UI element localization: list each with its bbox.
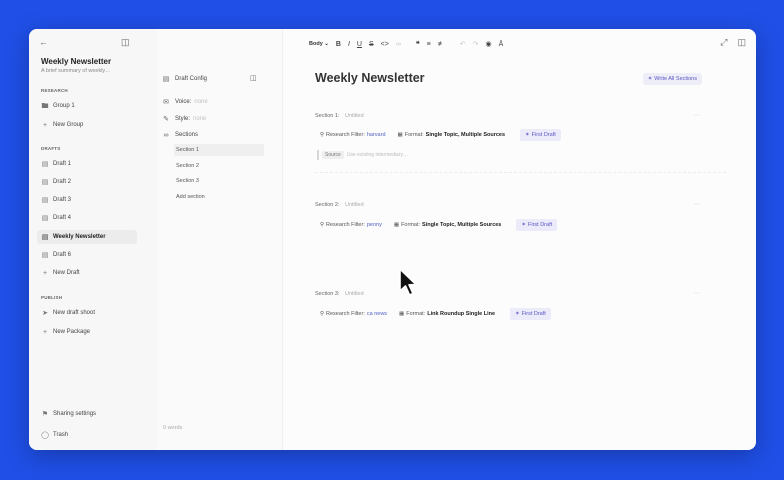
document-icon: ▤ — [41, 251, 49, 259]
document-icon: ▤ — [41, 214, 49, 222]
sidebar-item-weekly-newsletter[interactable]: ▤ Weekly Newsletter — [37, 230, 137, 244]
sharing-settings-button[interactable]: ⚑ Sharing settings — [37, 407, 137, 421]
send-icon: ➤ — [42, 309, 48, 317]
format-chip[interactable]: ▦ Format: Link Roundup Single Line — [396, 308, 498, 320]
project-title: Weekly Newsletter — [41, 57, 112, 66]
sidebar: ← ◫ Weekly Newsletter A brief summary of… — [29, 29, 157, 450]
sparkle-icon: ✶ — [647, 76, 653, 82]
section-2-menu-icon[interactable]: ⋯ — [694, 201, 700, 208]
section-2-name[interactable]: Untitled — [345, 202, 364, 208]
section-link-1[interactable]: Section 1 — [174, 144, 264, 156]
section-1-header: Section 1: Untitled — [315, 113, 364, 119]
sparkle-icon: ✶ — [521, 222, 526, 228]
filter-icon: ⚲ — [320, 132, 325, 138]
document-icon: ▤ — [162, 75, 170, 83]
publish-label: PUBLISH — [41, 295, 63, 300]
document-icon: ▤ — [41, 178, 49, 186]
sidebar-item-new-draft-shoot[interactable]: ➤ New draft shoot — [37, 306, 137, 320]
folder-icon: 🖿 — [41, 102, 49, 110]
new-package-button[interactable]: + New Package — [37, 325, 137, 339]
sidebar-item-draft-1[interactable]: ▤ Draft 1 — [37, 157, 137, 171]
plus-icon: + — [42, 328, 48, 336]
section-1-controls: ⚲ Research Filter: harvard ▦ Format: Sin… — [317, 129, 561, 141]
editor: Weekly Newsletter ✶ Write All Sections S… — [283, 29, 756, 450]
section-link-3[interactable]: Section 3 — [174, 175, 264, 187]
app-window: ← ◫ Weekly Newsletter A brief summary of… — [29, 29, 756, 450]
research-filter-chip[interactable]: ⚲ Research Filter: penny — [317, 219, 385, 231]
first-draft-button[interactable]: ✶ First Draft — [510, 308, 551, 320]
format-icon: ▦ — [393, 222, 400, 228]
sections-heading: ∞ Sections — [161, 129, 199, 141]
section-1-name[interactable]: Untitled — [345, 113, 364, 119]
new-group-button[interactable]: + New Group — [37, 118, 137, 132]
section-2-header: Section 2: Untitled — [315, 202, 364, 208]
trash-button[interactable]: ◯ Trash — [37, 428, 137, 442]
back-arrow-icon[interactable]: ← — [39, 38, 48, 47]
panel-icon[interactable]: ◫ — [250, 75, 257, 82]
draft-config-panel: ▤ Draft Config ◫ ✉ Voice: none ✎ Style: … — [157, 29, 283, 450]
new-draft-button[interactable]: + New Draft — [37, 266, 137, 280]
sparkle-icon: ✶ — [515, 311, 520, 317]
document-icon: ▤ — [41, 160, 49, 168]
first-draft-button[interactable]: ✶ First Draft — [520, 129, 561, 141]
sidebar-item-draft-2[interactable]: ▤ Draft 2 — [37, 175, 137, 189]
sparkle-icon: ✶ — [525, 132, 530, 138]
research-label: RESEARCH — [41, 88, 68, 93]
format-icon: ▦ — [397, 132, 403, 138]
filter-icon: ⚲ — [320, 222, 325, 228]
voice-setting[interactable]: ✉ Voice: none — [161, 96, 208, 108]
write-all-sections-button[interactable]: ✶ Write All Sections — [642, 73, 702, 85]
research-filter-chip[interactable]: ⚲ Research Filter: harvard — [317, 129, 389, 141]
document-icon: ▤ — [41, 196, 49, 204]
section-3-menu-icon[interactable]: ⋯ — [694, 290, 700, 297]
format-chip[interactable]: ▦ Format: Single Topic, Multiple Sources — [395, 129, 509, 141]
project-subtitle: A brief summary of weekly… — [41, 68, 111, 74]
sidebar-toggle-icon[interactable]: ◫ — [121, 38, 130, 47]
first-draft-button[interactable]: ✶ First Draft — [516, 219, 558, 231]
filter-icon: ⚲ — [320, 311, 325, 317]
link-icon: ∞ — [163, 131, 169, 139]
section-2-controls: ⚲ Research Filter: penny ▦ Format: Singl… — [317, 219, 558, 231]
section-link-2[interactable]: Section 2 — [174, 160, 264, 172]
section-3-name[interactable]: Untitled — [345, 291, 364, 297]
document-icon: ▤ — [41, 233, 49, 241]
drafts-label: DRAFTS — [41, 146, 61, 151]
document-title[interactable]: Weekly Newsletter — [315, 71, 425, 85]
plus-icon: + — [42, 121, 48, 129]
share-icon: ⚑ — [41, 410, 49, 418]
trash-icon: ◯ — [41, 431, 49, 439]
section-3-header: Section 3: Untitled — [315, 291, 364, 297]
sidebar-item-group-1[interactable]: 🖿 Group 1 — [37, 99, 137, 113]
mouse-cursor-icon — [399, 268, 417, 296]
section-1-menu-icon[interactable]: ⋯ — [694, 112, 700, 119]
chat-icon: ✉ — [163, 98, 169, 106]
draft-config-item[interactable]: ▤ Draft Config — [161, 73, 207, 85]
sidebar-item-draft-3[interactable]: ▤ Draft 3 — [37, 193, 137, 207]
sidebar-item-draft-6[interactable]: ▤ Draft 6 — [37, 248, 137, 262]
add-section-button[interactable]: Add section — [174, 191, 264, 203]
format-chip[interactable]: ▦ Format: Single Topic, Multiple Sources — [391, 219, 505, 231]
brush-icon: ✎ — [163, 115, 169, 123]
word-count: 0 words — [163, 425, 183, 431]
plus-icon: + — [42, 269, 48, 277]
research-filter-chip[interactable]: ⚲ Research Filter: ca news — [317, 308, 390, 320]
section-3-controls: ⚲ Research Filter: ca news ▦ Format: Lin… — [317, 308, 551, 320]
sources-row[interactable]: Source Use existing intermediary… — [317, 150, 408, 160]
style-setting[interactable]: ✎ Style: none — [161, 113, 206, 125]
format-icon: ▦ — [399, 311, 405, 317]
section-divider — [315, 172, 726, 173]
sidebar-item-draft-4[interactable]: ▤ Draft 4 — [37, 211, 137, 225]
